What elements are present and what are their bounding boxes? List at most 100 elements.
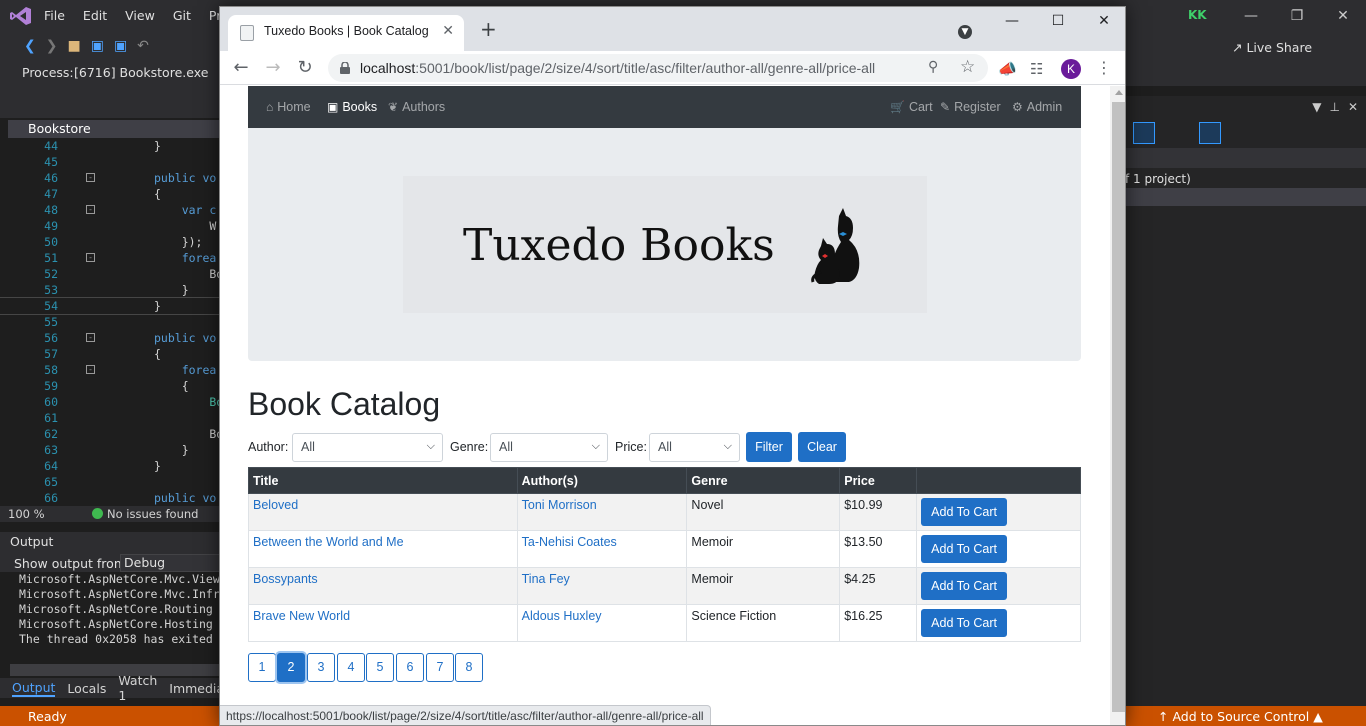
- author-link[interactable]: Ta-Nehisi Coates: [522, 535, 617, 549]
- pin-icon[interactable]: ⊥: [1329, 100, 1339, 114]
- save-icon[interactable]: ▣: [91, 38, 104, 54]
- puzzle-extensions-icon[interactable]: ☷: [1030, 60, 1043, 78]
- author-link[interactable]: Tina Fey: [522, 572, 570, 586]
- zoom-magnifier-icon[interactable]: ⚲: [928, 59, 938, 75]
- book-title-link[interactable]: Bossypants: [253, 572, 318, 586]
- menu-file[interactable]: File: [44, 8, 65, 23]
- sync-view-icon[interactable]: [1133, 122, 1155, 144]
- output-source-select[interactable]: Debug: [120, 554, 220, 572]
- browser-menu-icon[interactable]: ⋮: [1096, 58, 1112, 77]
- nav-admin[interactable]: ⚙ Admin: [1012, 100, 1062, 114]
- tab-watch[interactable]: Watch 1: [118, 673, 157, 703]
- author-select[interactable]: All ⌵: [292, 433, 443, 462]
- genre-select[interactable]: All ⌵: [490, 433, 608, 462]
- chevron-down-icon: ⌵: [426, 440, 435, 452]
- author-link[interactable]: Aldous Huxley: [522, 609, 602, 623]
- filter-button[interactable]: Filter: [746, 432, 792, 462]
- fold-toggle-icon[interactable]: -: [86, 205, 95, 214]
- page-link-1[interactable]: 1: [248, 653, 276, 682]
- code-editor[interactable]: 44} 45 46- public vo 47{ 48- var c 49 W 5…: [0, 138, 223, 506]
- fold-toggle-icon[interactable]: -: [86, 365, 95, 374]
- menu-edit[interactable]: Edit: [83, 8, 107, 23]
- solution-search-input[interactable]: [1125, 148, 1366, 168]
- page-link-4[interactable]: 4: [337, 653, 365, 682]
- zoom-level[interactable]: 100 %: [8, 507, 45, 521]
- browser-minimize-icon[interactable]: —: [989, 7, 1035, 37]
- page-link-6[interactable]: 6: [396, 653, 424, 682]
- tab-locals[interactable]: Locals: [67, 681, 106, 696]
- nav-home-label: Home: [277, 100, 311, 114]
- forward-arrow-icon[interactable]: →: [262, 57, 284, 79]
- clear-button[interactable]: Clear: [798, 432, 846, 462]
- column-header-title[interactable]: Title: [248, 467, 518, 494]
- nav-cart[interactable]: 🛒 Cart: [890, 100, 933, 114]
- reload-icon[interactable]: ↻: [294, 57, 316, 79]
- book-title-link[interactable]: Between the World and Me: [253, 535, 404, 549]
- live-share-button[interactable]: ↗ Live Share: [1232, 40, 1312, 55]
- output-text[interactable]: Microsoft.AspNetCore.Mvc.View Microsoft.…: [0, 572, 220, 662]
- forward-nav-icon[interactable]: ❯: [46, 38, 58, 54]
- add-to-cart-button[interactable]: Add To Cart: [921, 609, 1007, 637]
- megaphone-extension-icon[interactable]: 📣: [998, 60, 1017, 78]
- vs-minimize-icon[interactable]: —: [1228, 0, 1274, 32]
- nav-register[interactable]: ✎ Register: [940, 100, 1001, 114]
- address-bar[interactable]: localhost:5001/book/list/page/2/size/4/s…: [328, 54, 988, 82]
- nav-home[interactable]: ⌂ Home: [266, 100, 311, 114]
- show-output-label: Show output from:: [14, 556, 131, 571]
- solution-selected-item[interactable]: [1125, 188, 1366, 206]
- properties-icon[interactable]: [1199, 122, 1221, 144]
- fold-toggle-icon[interactable]: -: [86, 173, 95, 182]
- back-nav-icon[interactable]: ❮: [24, 38, 36, 54]
- add-to-cart-button[interactable]: Add To Cart: [921, 572, 1007, 600]
- column-header-price[interactable]: Price: [839, 467, 918, 494]
- add-to-cart-button[interactable]: Add To Cart: [921, 535, 1007, 563]
- output-hscrollbar[interactable]: [10, 664, 220, 676]
- page-scrollbar[interactable]: [1110, 86, 1125, 725]
- tab-output[interactable]: Output: [12, 680, 56, 697]
- browser-close-icon[interactable]: ✕: [1081, 7, 1125, 37]
- tab-close-icon[interactable]: ✕: [442, 23, 454, 39]
- vs-close-icon[interactable]: ✕: [1320, 0, 1366, 32]
- page-link-3[interactable]: 3: [307, 653, 335, 682]
- undo-icon[interactable]: ↶: [137, 38, 149, 54]
- fold-toggle-icon[interactable]: -: [86, 333, 95, 342]
- scroll-up-icon[interactable]: [1115, 90, 1123, 95]
- page-link-8[interactable]: 8: [455, 653, 483, 682]
- page-link-5[interactable]: 5: [366, 653, 394, 682]
- vs-restore-icon[interactable]: ❐: [1274, 0, 1320, 32]
- save-all-icon[interactable]: ▣: [114, 38, 127, 54]
- book-title-link[interactable]: Beloved: [253, 498, 298, 512]
- author-link[interactable]: Toni Morrison: [522, 498, 597, 512]
- dropdown-icon[interactable]: ▼: [1312, 100, 1321, 114]
- price-select[interactable]: All ⌵: [649, 433, 740, 462]
- menu-view[interactable]: View: [125, 8, 155, 23]
- column-header-authors[interactable]: Author(s): [516, 467, 688, 494]
- page-link-2-active[interactable]: 2: [277, 653, 305, 682]
- process-value[interactable]: [6716] Bookstore.exe: [74, 65, 208, 80]
- vs-user-initials[interactable]: KK: [1188, 8, 1207, 22]
- browser-tab[interactable]: Tuxedo Books | Book Catalog ✕: [228, 15, 464, 51]
- page-link-7[interactable]: 7: [426, 653, 454, 682]
- code-line: 56- public vo: [44, 331, 217, 345]
- browser-maximize-icon[interactable]: ☐: [1035, 7, 1081, 37]
- profile-avatar[interactable]: K: [1061, 59, 1081, 79]
- add-to-source-control[interactable]: ↑ Add to Source Control ▲: [1158, 709, 1323, 724]
- tab-search-icon[interactable]: ▼: [958, 25, 972, 39]
- doc-tab-bookstore[interactable]: Bookstore: [8, 120, 220, 138]
- code-line-current: 54}: [0, 297, 221, 315]
- back-arrow-icon[interactable]: ←: [230, 57, 252, 79]
- issues-indicator[interactable]: No issues found: [92, 507, 198, 521]
- bookmark-star-icon[interactable]: ☆: [960, 57, 975, 77]
- menu-git[interactable]: Git: [173, 8, 191, 23]
- new-tab-icon[interactable]: +: [480, 19, 497, 39]
- add-to-cart-button[interactable]: Add To Cart: [921, 498, 1007, 526]
- close-panel-icon[interactable]: ✕: [1348, 100, 1358, 114]
- open-folder-icon[interactable]: ■: [67, 38, 80, 54]
- fold-toggle-icon[interactable]: -: [86, 253, 95, 262]
- scrollbar-thumb[interactable]: [1112, 102, 1125, 712]
- column-header-genre[interactable]: Genre: [686, 467, 841, 494]
- book-title-link[interactable]: Brave New World: [253, 609, 350, 623]
- nav-authors[interactable]: ❦ Authors: [388, 100, 445, 114]
- nav-books[interactable]: ▣ Books: [327, 100, 377, 114]
- author-select-value: All: [301, 440, 315, 454]
